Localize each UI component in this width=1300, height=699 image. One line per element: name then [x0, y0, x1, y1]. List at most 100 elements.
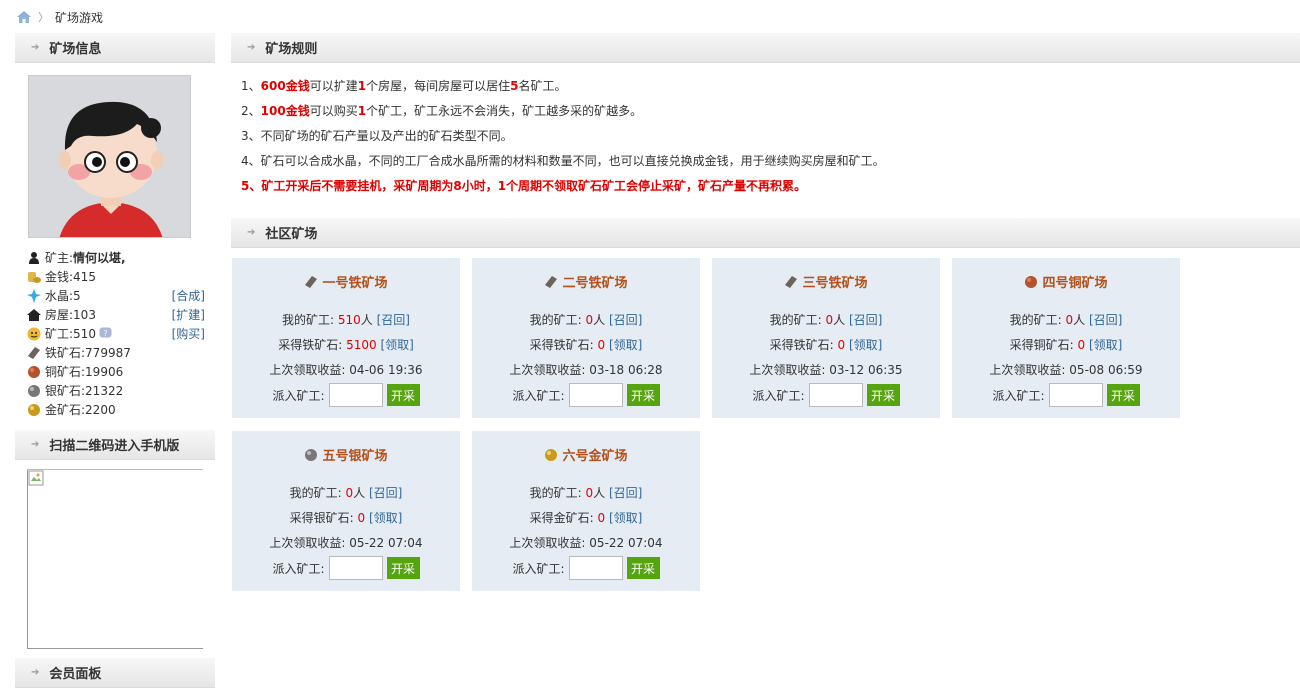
broken-image-icon: [28, 470, 44, 486]
coins-icon: [28, 271, 41, 283]
claim-link[interactable]: [领取]: [380, 338, 413, 352]
ore-label: 采得铁矿石:: [769, 338, 834, 352]
rules-header: ➔ 矿场规则: [231, 33, 1300, 63]
recall-link[interactable]: [召回]: [609, 313, 642, 327]
dispatch-miners-input[interactable]: [328, 383, 383, 407]
claim-link[interactable]: [领取]: [369, 511, 402, 525]
ore-label: 采得铁矿石:: [278, 338, 343, 352]
my-miners-count: 0: [585, 313, 594, 327]
qr-title: 扫描二维码进入手机版: [49, 439, 180, 454]
claim-link[interactable]: [领取]: [849, 338, 882, 352]
people-unit: 人: [833, 313, 846, 327]
my-miners-line: 我的矿工: 0人 [召回]: [232, 484, 460, 501]
mine-title: 五号银矿场: [232, 445, 460, 464]
claim-link[interactable]: [领取]: [609, 338, 642, 352]
dispatch-miners-input[interactable]: [328, 556, 383, 580]
dispatch-miners-input[interactable]: [568, 383, 623, 407]
recall-link[interactable]: [召回]: [377, 313, 410, 327]
crystal-icon: [27, 288, 41, 303]
ore-amount-line: 采得铁矿石: 0 [领取]: [472, 336, 700, 353]
stat-value: 103: [73, 307, 96, 322]
mine-title: 三号铁矿场: [712, 272, 940, 291]
people-unit: 人: [593, 313, 606, 327]
person-icon: [29, 251, 39, 264]
expand-link[interactable]: [扩建]: [172, 306, 205, 323]
last-claim-label: 上次领取收益:: [509, 363, 586, 377]
svg-text:?: ?: [103, 329, 107, 338]
rule-number: 1、: [241, 79, 261, 93]
stat-value: 415: [73, 269, 96, 284]
iron-ore-icon: [28, 346, 40, 359]
rule-text: 个房屋，每间房屋可以居住: [366, 79, 511, 93]
start-mining-button[interactable]: 开采: [386, 384, 420, 406]
mine-card: 一号铁矿场 我的矿工: 510人 [召回] 采得铁矿石: 5100 [领取] 上次领取…: [232, 258, 460, 418]
recall-link[interactable]: [召回]: [609, 486, 642, 500]
rule-text: 个矿工，矿工永远不会消失，矿工越多采的矿越多。: [366, 104, 643, 118]
my-miners-label: 我的矿工:: [1009, 313, 1062, 327]
dispatch-row: 派入矿工: 开采: [472, 556, 700, 580]
recall-link[interactable]: [召回]: [849, 313, 882, 327]
home-icon[interactable]: [16, 10, 32, 24]
rule-item: 2、100金钱可以购买1个矿工，矿工永远不会消失，矿工越多采的矿越多。: [241, 101, 1291, 126]
dispatch-label: 派入矿工:: [992, 388, 1045, 403]
my-miners-line: 我的矿工: 510人 [召回]: [232, 311, 460, 328]
start-mining-button[interactable]: 开采: [866, 384, 900, 406]
ore-label: 采得金矿石:: [529, 511, 594, 525]
rule-highlight: 1: [357, 79, 367, 93]
last-claim-line: 上次领取收益: 03-12 06:35: [712, 361, 940, 378]
stat-label: 金矿石:: [45, 403, 86, 417]
mine-card: 三号铁矿场 我的矿工: 0人 [召回] 采得铁矿石: 0 [领取] 上次领取收益: 0…: [712, 258, 940, 418]
dispatch-row: 派入矿工: 开采: [472, 383, 700, 407]
avatar-illustration: [29, 76, 190, 237]
help-bubble-icon[interactable]: ?: [99, 327, 112, 340]
rule-item: 3、不同矿场的矿石产量以及产出的矿石类型不同。: [241, 126, 1291, 151]
stat-money: 金钱: 415: [27, 267, 205, 286]
start-mining-button[interactable]: 开采: [626, 557, 660, 579]
people-unit: 人: [1073, 313, 1086, 327]
gold-ore-icon: [545, 448, 558, 461]
buy-miner-link[interactable]: [购买]: [172, 325, 205, 342]
ore-amount: 0: [597, 338, 606, 352]
recall-link[interactable]: [召回]: [369, 486, 402, 500]
last-claim-label: 上次领取收益:: [989, 363, 1066, 377]
my-miners-label: 我的矿工:: [529, 486, 582, 500]
house-icon: [27, 308, 41, 321]
rule-number: 2、: [241, 104, 261, 118]
start-mining-button[interactable]: 开采: [386, 557, 420, 579]
stat-value: 2200: [85, 402, 116, 417]
claim-link[interactable]: [领取]: [1089, 338, 1122, 352]
stat-owner: 矿主: 情何以堪,: [27, 248, 205, 267]
mine-title: 六号金矿场: [472, 445, 700, 464]
start-mining-button[interactable]: 开采: [626, 384, 660, 406]
synthesize-link[interactable]: [合成]: [172, 287, 205, 304]
rule-text: 矿石可以合成水晶，不同的工厂合成水晶所需的材料和数量不同，也可以直接兑换成金钱，…: [260, 154, 885, 168]
claim-link[interactable]: [领取]: [609, 511, 642, 525]
last-claim-time: 03-18 06:28: [589, 363, 663, 377]
ore-amount-line: 采得铁矿石: 5100 [领取]: [232, 336, 460, 353]
people-unit: 人: [360, 313, 373, 327]
avatar: [28, 75, 191, 238]
rule-item: 5、矿工开采后不需要挂机，采矿周期为8小时，1个周期不领取矿石矿工会停止采矿，矿…: [241, 176, 1291, 201]
recall-link[interactable]: [召回]: [1089, 313, 1122, 327]
dispatch-miners-input[interactable]: [1048, 383, 1103, 407]
rules-list: 1、600金钱可以扩建1个房屋，每间房屋可以居住5名矿工。 2、100金钱可以购买…: [241, 76, 1291, 201]
arrow-icon: ➔: [247, 42, 256, 53]
rule-item: 1、600金钱可以扩建1个房屋，每间房屋可以居住5名矿工。: [241, 76, 1291, 101]
last-claim-time: 03-12 06:35: [829, 363, 903, 377]
start-mining-button[interactable]: 开采: [1106, 384, 1140, 406]
dispatch-miners-input[interactable]: [808, 383, 863, 407]
my-miners-label: 我的矿工:: [289, 486, 342, 500]
dispatch-row: 派入矿工: 开采: [232, 556, 460, 580]
mine-card: 五号银矿场 我的矿工: 0人 [召回] 采得银矿石: 0 [领取] 上次领取收益: 0…: [232, 431, 460, 591]
my-miners-count: 0: [345, 486, 354, 500]
rule-text: 矿工开采后不需要挂机，采矿周期为8小时，1个周期不领取矿石矿工会停止采矿，矿石产…: [261, 179, 807, 193]
member-panel-header[interactable]: ➔ 会员面板: [15, 658, 215, 688]
dispatch-miners-input[interactable]: [568, 556, 623, 580]
stat-value: 19906: [85, 364, 124, 379]
my-miners-label: 我的矿工:: [282, 313, 335, 327]
copper-ore-icon: [1025, 275, 1038, 288]
my-miners-line: 我的矿工: 0人 [召回]: [472, 311, 700, 328]
ore-amount: 0: [357, 511, 366, 525]
ore-amount-line: 采得铁矿石: 0 [领取]: [712, 336, 940, 353]
mine-name: 二号铁矿场: [562, 276, 628, 291]
